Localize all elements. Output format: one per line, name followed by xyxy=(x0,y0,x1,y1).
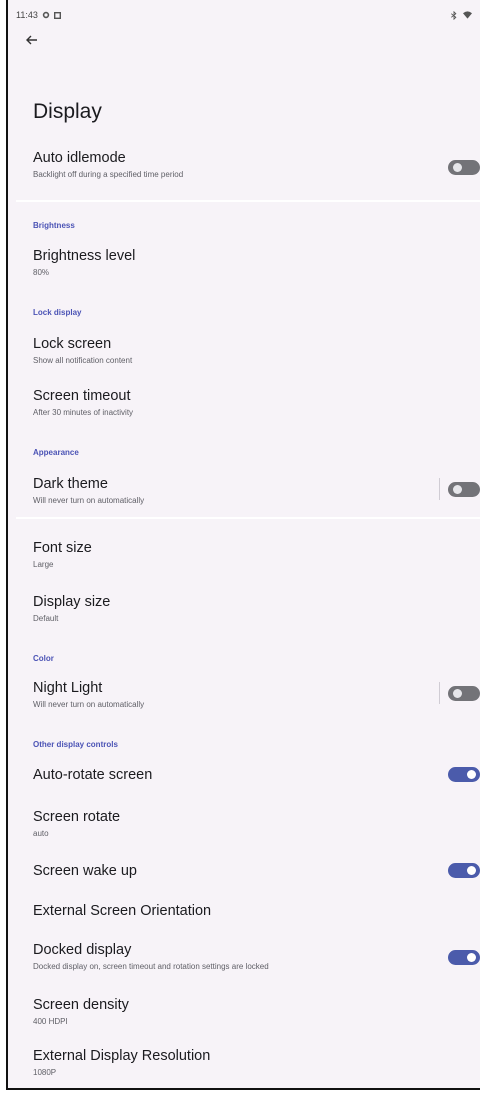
auto-rotate-item[interactable]: Auto-rotate screen xyxy=(8,767,480,787)
external-display-resolution-label: External Display Resolution xyxy=(33,1048,211,1064)
auto-rotate-label: Auto-rotate screen xyxy=(33,767,153,783)
external-display-resolution-value: 1080P xyxy=(33,1068,57,1077)
section-appearance: Appearance xyxy=(33,448,79,457)
lock-screen-label: Lock screen xyxy=(33,336,112,352)
screen-density-label: Screen density xyxy=(33,997,129,1013)
toggle-knob xyxy=(467,866,476,875)
toggle-knob xyxy=(467,953,476,962)
dark-theme-subtitle: Will never turn on automatically xyxy=(33,496,145,505)
dark-theme-toggle[interactable] xyxy=(448,482,480,497)
external-screen-orientation-label: External Screen Orientation xyxy=(33,903,212,919)
screen-wake-toggle[interactable] xyxy=(448,863,480,878)
night-light-subtitle: Will never turn on automatically xyxy=(33,700,145,709)
dark-theme-item[interactable]: Dark theme Will never turn on automatica… xyxy=(8,476,480,510)
dark-theme-label: Dark theme xyxy=(33,476,108,492)
screen-rotate-label: Screen rotate xyxy=(33,809,121,825)
auto-idle-item[interactable]: Auto idlemode Backlight off during a spe… xyxy=(8,150,480,184)
settings-icon xyxy=(42,11,50,19)
screen-rotate-value: auto xyxy=(33,829,49,838)
docked-display-toggle[interactable] xyxy=(448,950,480,965)
display-size-label: Display size xyxy=(33,594,111,610)
docked-display-subtitle: Docked display on, screen timeout and ro… xyxy=(33,962,269,971)
frame-bottom-edge xyxy=(6,1088,480,1100)
page-title: Display xyxy=(33,100,102,123)
status-time: 11:43 xyxy=(16,10,38,20)
docked-display-item[interactable]: Docked display Docked display on, screen… xyxy=(8,942,480,976)
screen-density-value: 400 HDPI xyxy=(33,1017,68,1026)
section-color: Color xyxy=(33,654,54,663)
section-lock-display: Lock display xyxy=(33,308,82,317)
status-bar: 11:43 xyxy=(16,8,472,22)
toggle-knob xyxy=(467,770,476,779)
divider xyxy=(16,517,480,519)
display-size-value: Default xyxy=(33,614,59,623)
docked-display-label: Docked display xyxy=(33,942,132,958)
brightness-level-item[interactable]: Brightness level 80% xyxy=(8,248,480,282)
section-brightness: Brightness xyxy=(33,221,75,230)
external-screen-orientation-item[interactable]: External Screen Orientation xyxy=(8,903,480,923)
back-arrow-icon[interactable] xyxy=(24,32,40,48)
screen-wake-label: Screen wake up xyxy=(33,863,137,879)
night-light-label: Night Light xyxy=(33,680,103,696)
bluetooth-icon xyxy=(451,10,457,20)
lock-screen-item[interactable]: Lock screen Show all notification conten… xyxy=(8,336,480,370)
font-size-label: Font size xyxy=(33,540,92,556)
screen-rotate-item[interactable]: Screen rotate auto xyxy=(8,809,480,843)
auto-idle-label: Auto idlemode xyxy=(33,150,126,166)
vertical-separator xyxy=(439,478,440,500)
display-size-item[interactable]: Display size Default xyxy=(8,594,480,628)
toggle-knob xyxy=(453,163,462,172)
vertical-separator xyxy=(439,682,440,704)
screen-timeout-label: Screen timeout xyxy=(33,388,131,404)
divider xyxy=(16,200,480,202)
brightness-level-value: 80% xyxy=(33,268,50,277)
status-right xyxy=(451,10,472,20)
screen-wake-item[interactable]: Screen wake up xyxy=(8,863,480,883)
status-left: 11:43 xyxy=(16,10,61,20)
auto-idle-subtitle: Backlight off during a specified time pe… xyxy=(33,170,184,179)
toggle-knob xyxy=(453,485,462,494)
screen-density-item[interactable]: Screen density 400 HDPI xyxy=(8,997,480,1031)
font-size-value: Large xyxy=(33,560,54,569)
settings-screen: 11:43 Display Auto idlemode Backlight of… xyxy=(6,0,480,1098)
brightness-level-label: Brightness level xyxy=(33,248,136,264)
notification-icon xyxy=(53,11,61,19)
screen-timeout-item[interactable]: Screen timeout After 30 minutes of inact… xyxy=(8,388,480,422)
toggle-knob xyxy=(453,689,462,698)
section-other-display-controls: Other display controls xyxy=(33,740,118,749)
external-display-resolution-item[interactable]: External Display Resolution 1080P xyxy=(8,1048,480,1082)
night-light-item[interactable]: Night Light Will never turn on automatic… xyxy=(8,680,480,714)
night-light-toggle[interactable] xyxy=(448,686,480,701)
wifi-icon xyxy=(463,10,472,19)
auto-idle-toggle[interactable] xyxy=(448,160,480,175)
lock-screen-subtitle: Show all notification content xyxy=(33,356,133,365)
font-size-item[interactable]: Font size Large xyxy=(8,540,480,574)
screen-timeout-subtitle: After 30 minutes of inactivity xyxy=(33,408,134,417)
auto-rotate-toggle[interactable] xyxy=(448,767,480,782)
